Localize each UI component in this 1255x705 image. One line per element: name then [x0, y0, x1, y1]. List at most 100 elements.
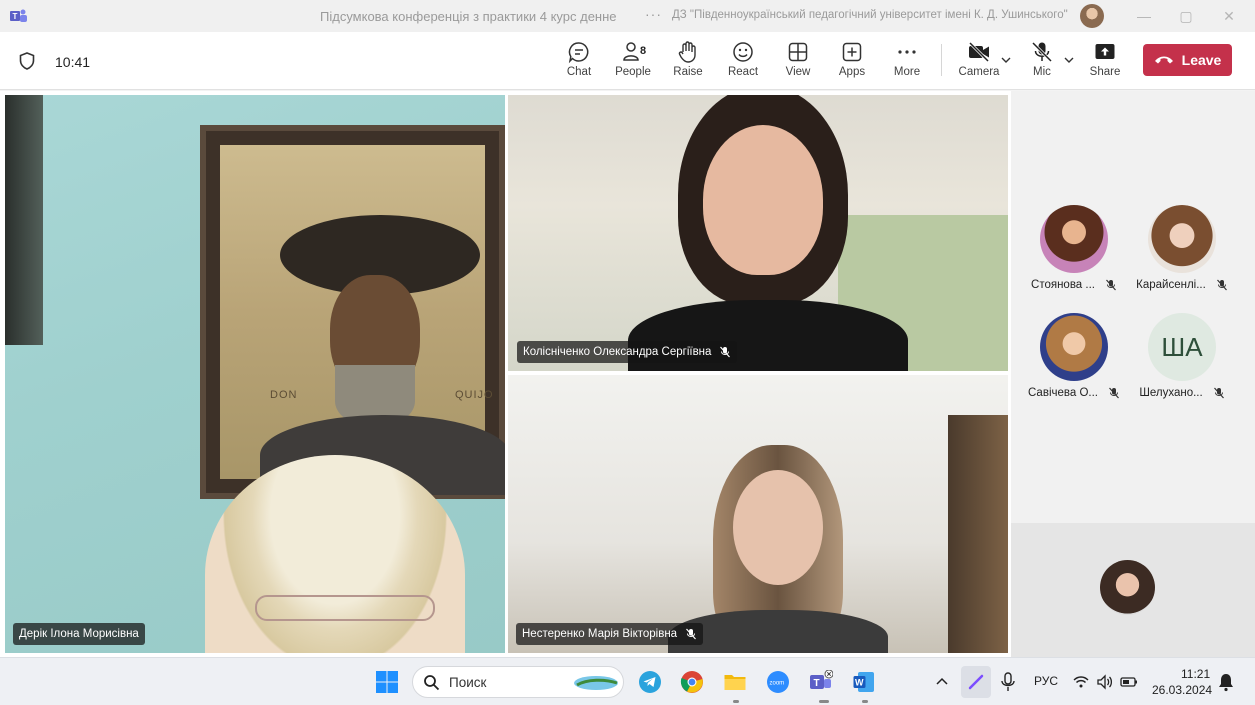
- mic-button[interactable]: Mic: [1016, 40, 1068, 86]
- wall-painting: DON QUIJO: [200, 125, 505, 499]
- mic-off-icon: [686, 628, 697, 640]
- chat-label: Chat: [566, 66, 592, 78]
- file-explorer-icon[interactable]: [723, 670, 747, 694]
- word-icon[interactable]: W: [852, 670, 876, 694]
- title-bar: T Підсумкова конференція з практики 4 ку…: [0, 0, 1255, 32]
- search-highlight-icon: [574, 676, 618, 690]
- search-placeholder: Поиск: [449, 675, 487, 690]
- share-button[interactable]: Share: [1079, 40, 1131, 86]
- battery-icon[interactable]: [1120, 674, 1138, 690]
- participant-avatar-1[interactable]: Стоянова ...: [1019, 205, 1129, 291]
- shield-icon[interactable]: [19, 52, 35, 70]
- participant-avatar-4[interactable]: ША Шелухано...: [1127, 313, 1237, 399]
- svg-text:zoom: zoom: [770, 681, 785, 687]
- participant-name: Шелухано...: [1139, 387, 1203, 399]
- running-indicator: [819, 700, 829, 703]
- close-window-button[interactable]: ✕: [1218, 6, 1240, 26]
- participant-name: Колісніченко Олександра Сергіївна: [523, 346, 712, 358]
- chat-button[interactable]: Chat: [553, 40, 605, 86]
- svg-text:T: T: [814, 678, 820, 689]
- apps-button[interactable]: Apps: [826, 40, 878, 86]
- self-view[interactable]: [1011, 523, 1255, 657]
- background-curtain: [5, 95, 43, 345]
- view-label: View: [785, 66, 811, 78]
- video-tile-2[interactable]: Колісніченко Олександра Сергіївна: [508, 95, 1008, 371]
- language-indicator[interactable]: РУС: [1034, 674, 1058, 688]
- participant-name: Савічева О...: [1028, 387, 1098, 399]
- video-tile-3[interactable]: Нестеренко Марія Вікторівна: [508, 375, 1008, 653]
- svg-text:T: T: [13, 12, 18, 21]
- clock-date[interactable]: 26.03.2024: [1152, 683, 1212, 697]
- participant-name-tag: Колісніченко Олександра Сергіївна: [517, 341, 738, 363]
- microphone-icon[interactable]: [999, 672, 1017, 692]
- chevron-up-icon[interactable]: [934, 674, 950, 690]
- video-tile-1[interactable]: DON QUIJO Дерік Ілона Морисівна: [5, 95, 505, 653]
- volume-icon[interactable]: [1096, 674, 1114, 690]
- clock-time[interactable]: 11:21: [1181, 667, 1210, 681]
- camera-chevron-down-icon[interactable]: [1000, 54, 1012, 66]
- raise-hand-button[interactable]: Raise: [662, 40, 714, 86]
- pen-icon: [968, 674, 984, 690]
- wifi-icon[interactable]: [1073, 674, 1089, 690]
- painting-text-left: DON: [270, 389, 298, 401]
- windows-taskbar: Поиск zoom T W РУС 11:21 26.03.2024: [0, 657, 1255, 705]
- mic-label: Mic: [1033, 66, 1051, 78]
- mic-off-icon: [720, 346, 731, 358]
- teams-logo-icon: T: [10, 9, 27, 22]
- teams-icon[interactable]: T: [809, 670, 833, 694]
- apps-label: Apps: [838, 66, 866, 78]
- search-icon: [424, 675, 440, 691]
- avatar: [1148, 205, 1216, 273]
- title-more-icon[interactable]: ···: [645, 6, 662, 22]
- mic-off-icon: [1031, 41, 1053, 63]
- chat-icon: [568, 42, 589, 64]
- self-avatar: [1100, 560, 1155, 615]
- svg-text:W: W: [855, 678, 864, 688]
- zoom-icon[interactable]: zoom: [766, 670, 790, 694]
- painting-text-right: QUIJO: [455, 389, 494, 401]
- participant-avatar-3[interactable]: Савічева О...: [1019, 313, 1129, 399]
- telegram-icon[interactable]: [638, 670, 662, 694]
- more-label: More: [893, 66, 921, 78]
- people-button[interactable]: 8 People: [607, 40, 659, 86]
- raise-hand-icon: [678, 41, 696, 63]
- notification-bell-icon[interactable]: [1217, 672, 1235, 692]
- avatar: [1040, 313, 1108, 381]
- mic-chevron-down-icon[interactable]: [1063, 54, 1075, 66]
- participant-avatar-2[interactable]: Карайсенлі...: [1127, 205, 1237, 291]
- share-label: Share: [1089, 66, 1121, 78]
- more-button[interactable]: More: [881, 40, 933, 86]
- people-count-badge: 8: [640, 45, 647, 57]
- taskbar-search[interactable]: Поиск: [412, 666, 624, 698]
- maximize-button[interactable]: ▢: [1175, 6, 1197, 26]
- mic-off-icon: [1109, 387, 1119, 399]
- chrome-icon[interactable]: [680, 670, 704, 694]
- react-label: React: [727, 66, 759, 78]
- more-icon: [898, 50, 916, 54]
- react-button[interactable]: React: [717, 40, 769, 86]
- view-button[interactable]: View: [772, 40, 824, 86]
- meeting-stage: DON QUIJO Дерік Ілона Морисівна Колісніч…: [0, 91, 1255, 657]
- participant-name-tag: Нестеренко Марія Вікторівна: [516, 623, 704, 645]
- camera-off-icon: [968, 41, 990, 63]
- leave-button[interactable]: Leave: [1143, 44, 1232, 76]
- pen-menu-button[interactable]: [961, 666, 991, 698]
- people-label: People: [615, 66, 651, 78]
- camera-button[interactable]: Camera: [953, 40, 1005, 86]
- camera-label: Camera: [958, 66, 1000, 78]
- add-apps-icon: [842, 42, 862, 62]
- participant-name: Карайсенлі...: [1136, 279, 1206, 291]
- mic-off-icon: [1216, 279, 1227, 291]
- participant-name: Нестеренко Марія Вікторівна: [522, 628, 678, 640]
- mic-off-icon: [1213, 387, 1224, 399]
- grid-view-icon: [788, 42, 808, 62]
- avatar: [1040, 205, 1108, 273]
- meeting-timer: 10:41: [55, 54, 91, 70]
- minimize-button[interactable]: —: [1133, 6, 1155, 26]
- running-indicator: [862, 700, 868, 703]
- organization-name[interactable]: ДЗ "Південноукраїнський педагогічний уні…: [672, 9, 1068, 21]
- account-avatar[interactable]: [1080, 4, 1104, 28]
- participant-name: Стоянова ...: [1031, 279, 1095, 291]
- windows-start-icon[interactable]: [375, 670, 399, 694]
- window-title: Підсумкова конференція з практики 4 курс…: [320, 9, 617, 24]
